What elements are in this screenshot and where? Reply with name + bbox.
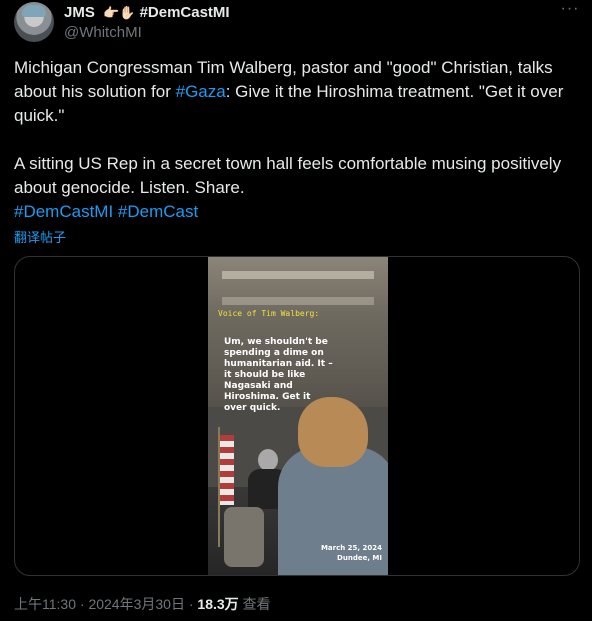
tweet-text: Michigan Congressman Tim Walberg, pastor…: [14, 56, 580, 224]
name-hashtag[interactable]: #DemCastMI: [140, 4, 230, 21]
tweet-meta: 上午11:30 · 2024年3月30日 · 18.3万 查看: [14, 594, 271, 614]
tweet-paragraph-1: Michigan Congressman Tim Walberg, pastor…: [14, 56, 580, 128]
video-date-stamp: March 25, 2024 Dundee, MI: [321, 543, 382, 563]
avatar[interactable]: [14, 2, 54, 42]
ceiling-light: [222, 271, 374, 279]
video-place: Dundee, MI: [337, 554, 382, 562]
hashtag-demcast-link[interactable]: #DemCast: [118, 202, 198, 221]
separator: ·: [184, 596, 198, 612]
ceiling-light: [222, 297, 374, 305]
display-name[interactable]: JMS: [64, 4, 95, 21]
video-player[interactable]: Voice of Tim Walberg: Um, we shouldn't b…: [208, 257, 388, 575]
video-caption-title: Voice of Tim Walberg:: [218, 309, 320, 318]
author-handle[interactable]: @WhitchMI: [64, 24, 142, 41]
tweet-hashtags: #DemCastMI #DemCast: [14, 200, 580, 224]
badge-emoji: 👉🏻✋🏻: [103, 5, 136, 20]
us-flag-icon: [220, 435, 234, 505]
views-label: 查看: [238, 596, 271, 612]
tweet-header: JMS 👉🏻✋🏻 #DemCastMI @WhitchMI ···: [14, 1, 580, 44]
hashtag-gaza-link[interactable]: #Gaza: [176, 82, 226, 101]
author-name[interactable]: JMS 👉🏻✋🏻 #DemCastMI: [64, 4, 230, 21]
translate-post-link[interactable]: 翻译帖子: [14, 227, 66, 246]
post-date[interactable]: 2024年3月30日: [88, 596, 185, 612]
view-count[interactable]: 18.3万: [197, 596, 238, 612]
video-caption-quote: Um, we shouldn't be spending a dime on h…: [224, 337, 333, 413]
post-time[interactable]: 上午11:30: [14, 596, 76, 612]
hashtag-demcastmi-link[interactable]: #DemCastMI: [14, 202, 113, 221]
tweet-paragraph-2: A sitting US Rep in a secret town hall f…: [14, 154, 562, 197]
chair: [224, 507, 264, 567]
video-date: March 25, 2024: [320, 544, 382, 552]
media-container[interactable]: Voice of Tim Walberg: Um, we shouldn't b…: [14, 256, 580, 576]
more-options-icon[interactable]: ···: [560, 1, 580, 22]
separator: ·: [76, 596, 89, 612]
